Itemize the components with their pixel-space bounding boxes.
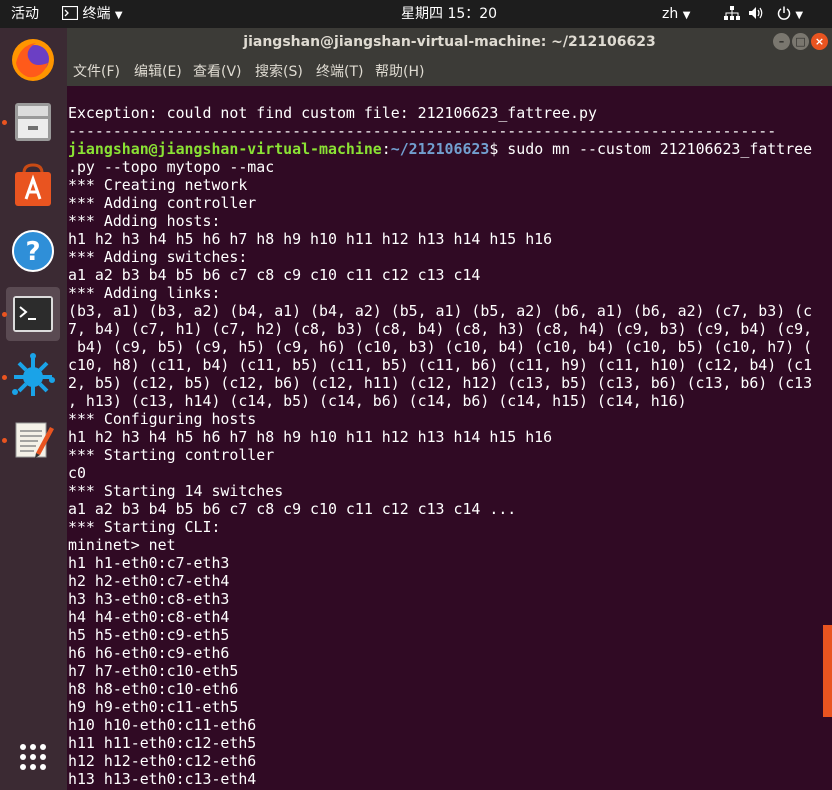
dock-item-files[interactable] <box>2 95 60 149</box>
text-editor-icon <box>15 422 54 458</box>
status-area[interactable]: ▼ <box>724 0 803 28</box>
running-indicator <box>2 438 7 443</box>
svg-text:?: ? <box>25 237 40 267</box>
close-icon: × <box>814 35 825 48</box>
window-title: jiangshan@jiangshan-virtual-machine: ~/2… <box>243 34 656 50</box>
running-indicator <box>2 120 7 125</box>
menu-bar: 文件(F) 编辑(E) 查看(V) 搜索(S) 终端(T) 帮助(H) <box>67 56 832 86</box>
terminal-text: Exception: could not find custom file: 2… <box>68 104 812 788</box>
chevron-down-icon: ▼ <box>114 10 123 21</box>
power-icon <box>777 6 791 20</box>
menu-terminal[interactable]: 终端(T) <box>316 56 363 88</box>
show-apps-icon <box>20 744 46 770</box>
firefox-icon <box>12 39 54 81</box>
command-output: *** Creating network *** Adding controll… <box>68 176 813 788</box>
software-center-icon <box>15 163 51 206</box>
dock-item-app[interactable] <box>2 350 60 404</box>
clock[interactable]: 星期四 15：20 <box>401 0 497 28</box>
prompt-dollar: $ <box>489 140 499 158</box>
network-icon <box>724 6 740 20</box>
menu-file[interactable]: 文件(F) <box>73 56 120 88</box>
app-menu-label: 终端 <box>82 6 111 22</box>
maximize-icon: □ <box>795 35 806 48</box>
error-line: Exception: could not find custom file: 2… <box>68 104 597 122</box>
running-indicator <box>2 312 7 317</box>
terminal-scrollbar[interactable] <box>820 86 832 790</box>
window-titlebar[interactable]: jiangshan@jiangshan-virtual-machine: ~/2… <box>67 28 832 56</box>
terminal-output[interactable]: Exception: could not find custom file: 2… <box>67 86 820 790</box>
app-menu-button[interactable]: 终端 ▼ <box>61 0 123 28</box>
files-icon <box>15 103 51 141</box>
dock-item-text-editor[interactable] <box>2 413 60 467</box>
chevron-down-icon: ▼ <box>682 10 691 21</box>
menu-search[interactable]: 搜索(S) <box>255 56 303 88</box>
minimize-icon: – <box>778 35 785 48</box>
prompt-path: ~/212106623 <box>390 140 490 158</box>
dock-item-help[interactable]: ? <box>6 224 60 278</box>
app-icon <box>12 353 55 396</box>
top-bar: 活动 终端 ▼ 星期四 15：20 zh ▼ ▼ <box>0 0 832 28</box>
prompt-separator: : <box>381 140 391 158</box>
running-indicator <box>2 375 7 380</box>
maximize-button[interactable]: □ <box>792 33 809 50</box>
dock: ? <box>0 28 67 790</box>
menu-view[interactable]: 查看(V) <box>193 56 242 88</box>
input-method-label: zh <box>662 6 679 22</box>
dock-item-terminal[interactable] <box>2 287 60 341</box>
menu-edit[interactable]: 编辑(E) <box>134 56 182 88</box>
activities-button[interactable]: 活动 <box>11 0 39 28</box>
terminal-icon <box>13 296 53 332</box>
dock-item-software[interactable] <box>6 159 60 213</box>
help-icon: ? <box>12 230 54 272</box>
dock-item-firefox[interactable] <box>6 33 60 87</box>
volume-icon <box>749 7 763 19</box>
show-apps-button[interactable] <box>6 730 60 784</box>
chevron-down-icon: ▼ <box>795 10 804 21</box>
terminal-small-icon <box>61 5 79 21</box>
close-button[interactable]: × <box>811 33 828 50</box>
input-method-button[interactable]: zh ▼ <box>662 0 690 28</box>
scrollbar-thumb[interactable] <box>823 625 832 717</box>
menu-help[interactable]: 帮助(H) <box>375 56 424 88</box>
prompt-user: jiangshan@jiangshan-virtual-machine <box>68 140 382 158</box>
minimize-button[interactable]: – <box>773 33 790 50</box>
separator-line: ----------------------------------------… <box>68 122 777 140</box>
